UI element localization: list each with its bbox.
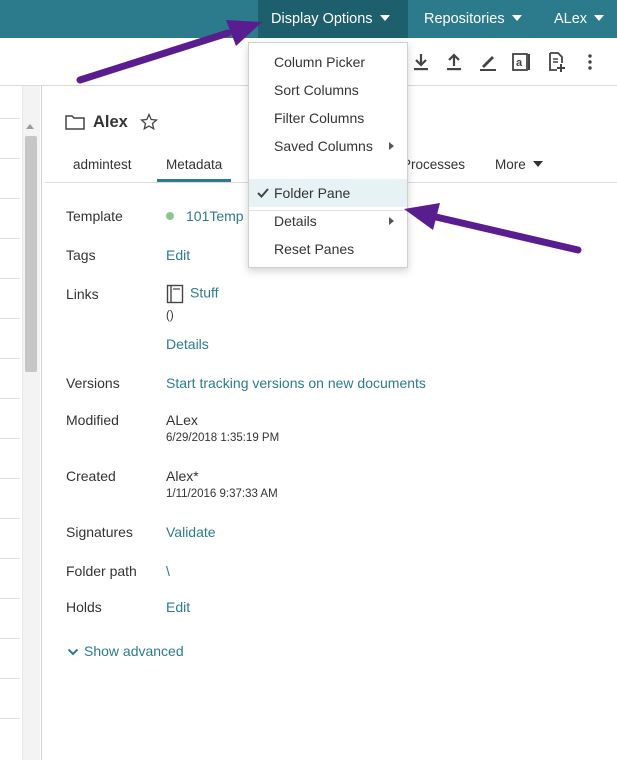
list-row-divider [0, 438, 20, 439]
list-row-divider [0, 358, 20, 359]
list-row-divider [0, 518, 20, 519]
display-options-menu[interactable]: Display Options [258, 0, 408, 38]
menu-item-saved-columns[interactable]: Saved Columns [249, 132, 407, 160]
tab-processes[interactable]: Processes [402, 157, 465, 172]
list-row-divider [0, 638, 20, 639]
list-row-divider [0, 158, 20, 159]
document-link-icon [166, 284, 184, 304]
links-details-link[interactable]: Details [166, 336, 209, 352]
created-date: 1/11/2016 9:37:33 AM [166, 488, 278, 500]
checkmark-icon [257, 188, 269, 198]
template-value[interactable]: 101Temp [166, 208, 244, 224]
folder-pane [0, 86, 42, 760]
list-row-divider [0, 238, 20, 239]
list-row-divider [0, 718, 20, 719]
template-label: Template [66, 208, 123, 224]
top-nav-bar: Display Options Repositories ALex [0, 0, 617, 38]
tab-more-label: More [495, 157, 526, 172]
list-row-divider [0, 558, 20, 559]
menu-item-label: Sort Columns [274, 82, 359, 98]
tab-more[interactable]: More [495, 157, 543, 172]
tab-admintest[interactable]: admintest [73, 157, 132, 172]
folder-path-link[interactable]: \ [166, 563, 170, 579]
links-entry[interactable]: Stuff [166, 284, 219, 304]
show-advanced-toggle[interactable]: Show advanced [67, 643, 184, 659]
list-row-divider [0, 398, 20, 399]
scrollbar-thumb[interactable] [25, 136, 37, 372]
tags-label: Tags [66, 247, 96, 263]
menu-item-filter-columns[interactable]: Filter Columns [249, 104, 407, 132]
chevron-down-icon [67, 649, 79, 656]
menu-item-reset-panes[interactable]: Reset Panes [249, 235, 407, 263]
folder-icon [65, 115, 85, 130]
created-label: Created [66, 468, 116, 484]
links-label: Links [66, 286, 99, 302]
upload-icon[interactable] [444, 51, 464, 73]
menu-item-sort-columns[interactable]: Sort Columns [249, 76, 407, 104]
signatures-label: Signatures [66, 524, 133, 540]
list-row-divider [0, 198, 20, 199]
menu-item-label: Saved Columns [274, 138, 373, 154]
svg-text:a: a [516, 57, 523, 69]
menu-item-label: Details [274, 213, 317, 229]
user-label: ALex [554, 11, 588, 27]
folder-header: Alex [65, 111, 158, 133]
favorite-star-icon[interactable] [139, 113, 158, 131]
show-advanced-label: Show advanced [84, 643, 184, 659]
more-vertical-icon[interactable] [580, 51, 600, 73]
ocr-text-icon[interactable]: a [511, 51, 531, 73]
menu-item-label: Folder Pane [274, 185, 351, 201]
submenu-arrow-icon [389, 217, 394, 225]
folder-title: Alex [93, 112, 128, 131]
caret-down-icon [511, 15, 522, 22]
links-stuff-link[interactable]: Stuff [190, 285, 219, 301]
tags-edit-link[interactable]: Edit [166, 247, 190, 263]
validate-link[interactable]: Validate [166, 524, 216, 540]
list-row-divider [0, 278, 20, 279]
caret-down-icon [594, 15, 605, 22]
menu-item-folder-pane[interactable]: Folder Pane [249, 179, 407, 207]
repositories-label: Repositories [424, 11, 505, 27]
menu-item-label: Column Picker [274, 54, 366, 70]
caret-down-icon [532, 161, 543, 168]
holds-label: Holds [66, 599, 102, 615]
status-dot-icon [166, 212, 174, 221]
created-by: Alex* [166, 468, 199, 484]
modified-label: Modified [66, 412, 119, 428]
submenu-arrow-icon [389, 142, 394, 150]
display-options-label: Display Options [271, 11, 373, 27]
modified-by: ALex [166, 412, 198, 428]
list-row-divider [0, 678, 20, 679]
tab-metadata[interactable]: Metadata [157, 157, 232, 182]
menu-item-label: Filter Columns [274, 110, 365, 126]
list-row-divider [0, 598, 20, 599]
start-tracking-versions-link[interactable]: Start tracking versions on new documents [166, 375, 426, 391]
menu-item-details[interactable]: Details [249, 207, 407, 235]
user-menu[interactable]: ALex [554, 0, 605, 38]
repositories-menu[interactable]: Repositories [424, 0, 522, 38]
links-sub-text: () [166, 310, 174, 322]
new-document-icon[interactable] [547, 51, 567, 73]
versions-label: Versions [66, 375, 120, 391]
list-row-divider [0, 118, 20, 119]
folder-path-label: Folder path [66, 563, 137, 579]
scroll-up-icon[interactable] [26, 124, 34, 129]
caret-down-icon [379, 15, 390, 22]
sign-icon[interactable] [478, 51, 498, 73]
holds-edit-link[interactable]: Edit [166, 599, 190, 615]
modified-date: 6/29/2018 1:35:19 PM [166, 432, 280, 444]
menu-item-column-picker[interactable]: Column Picker [249, 48, 407, 76]
list-row-divider [0, 318, 20, 319]
menu-item-label: Reset Panes [274, 241, 355, 257]
download-icon[interactable] [411, 51, 431, 73]
display-options-dropdown: Column Picker Sort Columns Filter Column… [248, 42, 408, 268]
template-link[interactable]: 101Temp [186, 208, 244, 224]
list-row-divider [0, 478, 20, 479]
